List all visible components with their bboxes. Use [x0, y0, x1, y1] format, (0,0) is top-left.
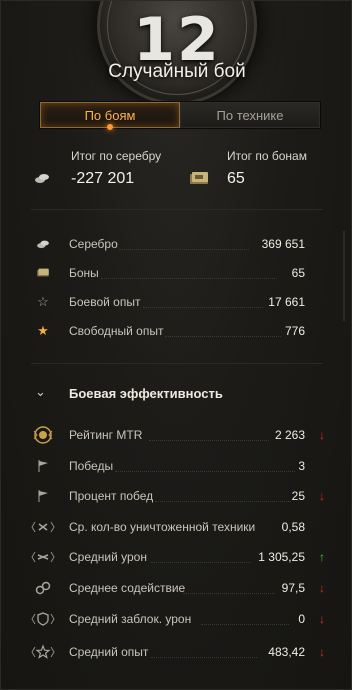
trend-down-icon: ↓: [319, 611, 325, 626]
efficiency-row-mtr: Рейтинг MTR 2 263 ↓: [1, 420, 351, 449]
row-value: 97,5: [281, 580, 305, 595]
row-value: 483,42: [268, 644, 305, 659]
bonds-total: Итог по бонам 65: [227, 149, 307, 188]
row-value: 3: [298, 458, 305, 473]
trend-down-icon: ↓: [319, 580, 325, 595]
row-label: Победы: [69, 458, 114, 473]
tab-by-battles[interactable]: По боям: [40, 102, 180, 130]
row-value: 25: [291, 488, 305, 503]
dotted-leader: [119, 249, 249, 250]
row-label: Средний урон: [69, 549, 147, 564]
row-label: Рейтинг MTR: [69, 427, 143, 442]
damage-icon: [31, 547, 55, 567]
economy-row-bonds: Боны 65: [1, 258, 351, 287]
scrollbar[interactable]: [343, 231, 345, 321]
efficiency-row-wins: Победы 3: [1, 451, 351, 480]
silver-total: Итог по серебру -227 201: [71, 149, 161, 188]
trend-down-icon: ↓: [319, 427, 325, 442]
row-label: Средний заблок. урон: [69, 611, 192, 626]
mtr-rating-icon: [31, 425, 55, 445]
row-label: Серебро: [69, 236, 118, 251]
row-value: 65: [291, 265, 305, 280]
trend-up-icon: ↑: [319, 549, 325, 564]
efficiency-row-blocked: Средний заблок. урон 0 ↓: [1, 604, 351, 633]
bonds-total-value: 65: [227, 170, 245, 187]
flag-icon: [31, 486, 55, 506]
row-label: Средний опыт: [69, 644, 149, 659]
divider: [31, 209, 323, 210]
blocked-icon: [31, 609, 55, 629]
row-value: 1 305,25: [258, 549, 305, 564]
row-label: Боны: [69, 265, 99, 280]
row-value: 2 263: [274, 427, 305, 442]
dotted-leader: [143, 307, 263, 308]
economy-row-free-xp: ★ Свободный опыт 776: [1, 316, 351, 345]
row-label: Процент побед: [69, 488, 154, 503]
efficiency-section-title: Боевая эффективность: [69, 386, 223, 401]
flag-icon: [31, 456, 55, 476]
avg-exp-icon: [31, 642, 55, 662]
silver-total-label: Итог по серебру: [71, 149, 162, 163]
dotted-leader: [151, 657, 257, 658]
trend-down-icon: ↓: [319, 488, 325, 503]
dotted-leader: [201, 624, 289, 625]
row-value: 776: [284, 323, 305, 338]
dotted-leader: [155, 501, 291, 502]
battle-stats-panel: 12 Случайный бой По боям По технике Итог…: [0, 0, 352, 690]
efficiency-row-avg-damage: Средний урон 1 305,25 ↑: [1, 542, 351, 571]
tab-by-vehicles[interactable]: По технике: [180, 102, 320, 128]
row-label: Ср. кол-во уничтоженной техники: [69, 519, 256, 534]
row-value: 369 651: [261, 236, 305, 251]
dotted-leader: [183, 593, 275, 594]
silver-coins-icon: [33, 171, 51, 185]
row-label: Свободный опыт: [69, 323, 164, 338]
efficiency-row-avg-xp: Средний опыт 483,42 ↓: [1, 637, 351, 666]
bonds-icon: [187, 169, 211, 187]
dotted-leader: [151, 562, 251, 563]
dotted-leader: [101, 278, 277, 279]
dotted-leader: [149, 440, 269, 441]
destroyed-icon: [31, 517, 55, 537]
row-value: 17 661: [268, 294, 305, 309]
row-label: Среднее содействие: [69, 580, 186, 595]
economy-row-combat-xp: ☆ Боевой опыт 17 661: [1, 287, 351, 316]
tab-bar: По боям По технике: [39, 101, 321, 130]
dotted-leader: [115, 471, 295, 472]
row-label: Боевой опыт: [69, 294, 141, 309]
battle-type-title: Случайный бой: [108, 61, 246, 82]
row-value: 0,58: [281, 519, 305, 534]
assist-icon: [31, 578, 55, 598]
trend-down-icon: ↓: [319, 644, 325, 659]
dotted-leader: [165, 336, 281, 337]
star-outline-icon: ☆: [37, 293, 49, 309]
row-value: 0: [298, 611, 305, 626]
divider: [31, 363, 323, 364]
efficiency-row-destroyed: Ср. кол-во уничтоженной техники 0,58: [1, 512, 351, 541]
bonds-icon: [31, 263, 55, 283]
efficiency-row-win-rate: Процент побед 25 ↓: [1, 481, 351, 510]
bonds-total-label: Итог по бонам: [227, 149, 307, 163]
efficiency-row-assist: Среднее содействие 97,5 ↓: [1, 573, 351, 602]
star-gold-icon: ★: [37, 322, 49, 338]
silver-total-value: -227 201: [71, 170, 135, 187]
silver-coins-icon: [31, 234, 55, 254]
chevron-down-icon[interactable]: ⌄: [35, 384, 46, 400]
economy-row-silver: Серебро 369 651: [1, 229, 351, 258]
